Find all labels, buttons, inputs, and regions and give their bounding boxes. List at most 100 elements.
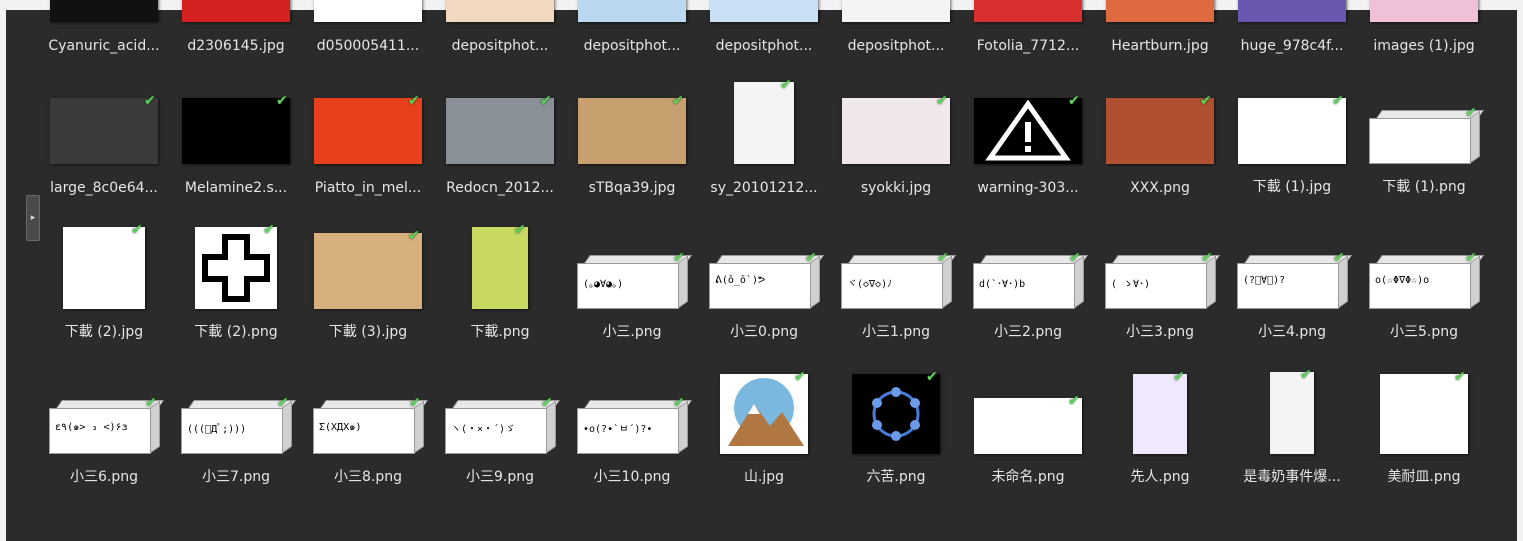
- file-thumbnail: [1238, 0, 1346, 22]
- file-item[interactable]: (((ﾟДﾟ;))) ✔ 小三7.png: [170, 362, 302, 502]
- file-name: Piatto_in_mel...: [314, 180, 422, 196]
- check-icon: ✔: [514, 222, 526, 238]
- file-thumbnail: [578, 98, 686, 164]
- check-icon: ✔: [780, 77, 792, 93]
- file-item[interactable]: ε٩(๑> ₃ <)۶з ✔ 小三6.png: [38, 362, 170, 502]
- file-item[interactable]: depositphot...: [830, 0, 962, 70]
- file-item[interactable]: ヾ(◇∇◇)ﾉ ✔ 小三1.png: [830, 217, 962, 357]
- check-icon: ✔: [1068, 93, 1080, 109]
- file-name: Cyanuric_acid...: [48, 38, 160, 54]
- file-item[interactable]: ✔ 山.jpg: [698, 362, 830, 502]
- file-item[interactable]: •o(?•`ㅂ´)?• ✔ 小三10.png: [566, 362, 698, 502]
- emoticon-text: ヽ(・×・´)ゞ: [451, 424, 516, 435]
- file-item[interactable]: ✔ 下載 (2).jpg: [38, 217, 170, 357]
- file-thumbnail: [710, 0, 818, 22]
- file-item[interactable]: huge_978c4f...: [1226, 0, 1358, 70]
- check-icon: ✔: [409, 395, 421, 411]
- check-icon: ✔: [926, 369, 938, 385]
- file-item[interactable]: d2306145.jpg: [170, 0, 302, 70]
- file-item[interactable]: ✔ 下載.png: [434, 217, 566, 357]
- file-item[interactable]: ✔ Piatto_in_mel...: [302, 72, 434, 212]
- emoticon-text: ( ゝ∀･): [1111, 279, 1151, 290]
- file-item[interactable]: ✔ 先人.png: [1094, 362, 1226, 502]
- check-icon: ✔: [1201, 250, 1213, 266]
- file-item[interactable]: ✔ large_8c0e64...: [38, 72, 170, 212]
- file-thumbnail: [314, 233, 422, 309]
- file-item[interactable]: ✔ 下載 (1).jpg: [1226, 72, 1358, 212]
- file-item[interactable]: ✔ sTBqa39.jpg: [566, 72, 698, 212]
- check-icon: ✔: [541, 395, 553, 411]
- file-item[interactable]: ✔ XXX.png: [1094, 72, 1226, 212]
- file-item[interactable]: (｡◕∀◕｡) ✔ 小三.png: [566, 217, 698, 357]
- file-thumbnail: [1238, 98, 1346, 164]
- file-name: 下載 (3).jpg: [328, 324, 408, 340]
- file-thumbnail: [1270, 372, 1314, 454]
- file-item[interactable]: ✔ 下載 (1).png: [1358, 72, 1490, 212]
- file-thumbnail: ヽ(・×・´)ゞ: [445, 400, 561, 454]
- file-item[interactable]: ✔ syokki.jpg: [830, 72, 962, 212]
- emoticon-text: d(`･∀･)b: [979, 279, 1026, 290]
- file-thumbnail: [974, 98, 1082, 164]
- file-thumbnail: [842, 0, 950, 22]
- file-name: 小三2.png: [993, 324, 1062, 340]
- file-thumbnail: [974, 0, 1082, 22]
- file-item[interactable]: ✔ 未命名.png: [962, 362, 1094, 502]
- file-thumbnail: Σ(ΧДΧ๑): [313, 400, 429, 454]
- file-item[interactable]: images (1).jpg: [1358, 0, 1490, 70]
- file-item[interactable]: Cyanuric_acid...: [38, 0, 170, 70]
- file-item[interactable]: ᕕ(ō_ō`)ᕗ ✔ 小三0.png: [698, 217, 830, 357]
- file-item[interactable]: ✔ 六苦.png: [830, 362, 962, 502]
- file-item[interactable]: ヽ(・×・´)ゞ ✔ 小三9.png: [434, 362, 566, 502]
- file-item[interactable]: ✔ warning-303...: [962, 72, 1094, 212]
- file-item[interactable]: Heartburn.jpg: [1094, 0, 1226, 70]
- file-name: 下載 (2).jpg: [64, 324, 144, 340]
- check-icon: ✔: [1332, 93, 1344, 109]
- emoticon-text: o(☆Φ∇Φ☆)o: [1375, 275, 1430, 286]
- file-item[interactable]: d050005411...: [302, 0, 434, 70]
- file-item[interactable]: ✔ 下載 (2).png: [170, 217, 302, 357]
- file-thumbnail: [50, 98, 158, 164]
- file-item[interactable]: d(`･∀･)b ✔ 小三2.png: [962, 217, 1094, 357]
- file-thumbnail: ( ゝ∀･): [1105, 255, 1221, 309]
- box-face: [709, 263, 811, 309]
- file-item[interactable]: ✔ Redocn_2012...: [434, 72, 566, 212]
- emoticon-text: (?ﾟ∀ﾟ)?: [1243, 275, 1286, 286]
- check-icon: ✔: [794, 369, 806, 385]
- file-name: 小三8.png: [333, 469, 402, 485]
- file-name: Melamine2.s...: [184, 180, 288, 196]
- file-name: 山.jpg: [743, 469, 785, 485]
- file-item[interactable]: depositphot...: [434, 0, 566, 70]
- file-name: Heartburn.jpg: [1111, 38, 1209, 54]
- file-name: Fotolia_7712...: [976, 38, 1080, 54]
- file-item[interactable]: (?ﾟ∀ﾟ)? ✔ 小三4.png: [1226, 217, 1358, 357]
- emoticon-text: (｡◕∀◕｡): [583, 279, 624, 290]
- file-thumbnail: [1106, 98, 1214, 164]
- file-thumbnail: [314, 98, 422, 164]
- file-item[interactable]: depositphot...: [698, 0, 830, 70]
- box-face: [1369, 263, 1471, 309]
- file-name: d2306145.jpg: [187, 38, 285, 54]
- file-item[interactable]: ( ゝ∀･) ✔ 小三3.png: [1094, 217, 1226, 357]
- file-name: sTBqa39.jpg: [588, 180, 676, 196]
- file-thumbnail: [314, 0, 422, 22]
- check-icon: ✔: [145, 395, 157, 411]
- file-item[interactable]: depositphot...: [566, 0, 698, 70]
- file-name: 小三3.png: [1125, 324, 1194, 340]
- file-item[interactable]: o(☆Φ∇Φ☆)o ✔ 小三5.png: [1358, 217, 1490, 357]
- file-item[interactable]: Σ(ΧДΧ๑) ✔ 小三8.png: [302, 362, 434, 502]
- emoticon-text: ᕕ(ō_ō`)ᕗ: [715, 275, 766, 286]
- file-item[interactable]: ✔ Melamine2.s...: [170, 72, 302, 212]
- file-item[interactable]: ✔ sy_20101212...: [698, 72, 830, 212]
- file-thumbnail: [63, 227, 145, 309]
- file-thumbnail: [182, 98, 290, 164]
- file-item[interactable]: ✔ 是毒奶事件爆...: [1226, 362, 1358, 502]
- file-item[interactable]: Fotolia_7712...: [962, 0, 1094, 70]
- file-thumbnail: [852, 374, 940, 454]
- check-icon: ✔: [276, 93, 288, 109]
- file-thumbnail: [472, 227, 528, 309]
- file-item[interactable]: ✔ 美耐皿.png: [1358, 362, 1490, 502]
- file-item[interactable]: ✔ 下載 (3).jpg: [302, 217, 434, 357]
- file-name: huge_978c4f...: [1240, 38, 1344, 54]
- check-icon: ✔: [263, 222, 275, 238]
- file-name: 小三.png: [602, 324, 662, 340]
